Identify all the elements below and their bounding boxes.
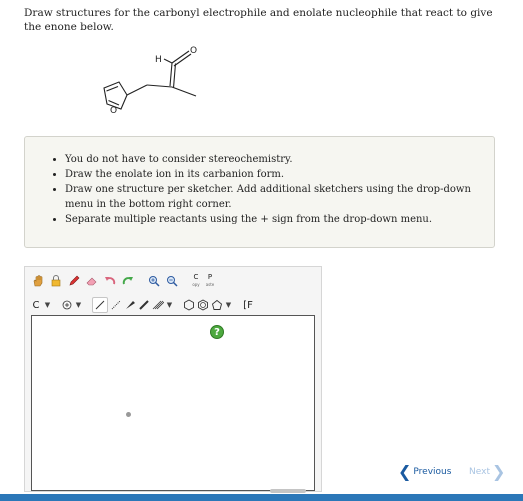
paste-button-top: P (207, 273, 213, 281)
enone-structure: H O O (103, 46, 197, 116)
help-icon[interactable]: ? (210, 325, 224, 339)
bottom-bar (0, 494, 523, 501)
hand-tool-icon[interactable] (30, 273, 46, 289)
eraser-icon[interactable] (84, 273, 100, 289)
single-bond-icon[interactable] (92, 297, 108, 313)
pencil-icon[interactable] (66, 273, 82, 289)
lock-icon[interactable] (48, 273, 64, 289)
copy-button-bottom: opy (192, 282, 200, 287)
previous-label: Previous (413, 467, 452, 477)
instructions-list: You do not have to consider stereochemis… (25, 137, 494, 227)
undo-icon[interactable] (102, 273, 118, 289)
drawing-canvas[interactable] (31, 315, 315, 491)
chevron-down-icon[interactable]: ▼ (225, 301, 232, 309)
furan-o-label: O (110, 106, 117, 116)
instruction-item: Draw the enolate ion in its carbanion fo… (65, 167, 484, 182)
aldehyde-h-label: H (155, 55, 162, 65)
cyclopentane-icon[interactable] (211, 297, 223, 313)
element-selector[interactable]: C (30, 297, 42, 313)
chevron-left-icon: ❮ (398, 462, 412, 481)
instructions-box: You do not have to consider stereochemis… (24, 136, 495, 248)
bold-bond-icon[interactable] (138, 297, 150, 313)
redo-icon[interactable] (120, 273, 136, 289)
chevron-right-icon: ❯ (491, 462, 506, 481)
carbonyl-o-label: O (190, 46, 197, 56)
instruction-item: You do not have to consider stereochemis… (65, 152, 484, 167)
bracket-tool[interactable]: [F (242, 297, 254, 313)
chevron-down-icon[interactable]: ▼ (75, 301, 82, 309)
cyclohexane-icon[interactable] (183, 297, 195, 313)
next-button[interactable]: Next ❯ (469, 463, 505, 481)
previous-button[interactable]: ❮ Previous (398, 463, 451, 481)
zoom-out-icon[interactable] (164, 273, 180, 289)
paste-button[interactable]: Paste (204, 273, 216, 289)
charge-plus-icon[interactable] (61, 297, 73, 313)
copy-button[interactable]: Copy (190, 273, 202, 289)
hashed-bond-icon[interactable] (110, 297, 122, 313)
sketcher-toolbar-bottom: C ▼ ▼ ▼ ▼ [F (30, 296, 254, 314)
canvas-dot (126, 412, 131, 417)
next-label: Next (469, 467, 490, 477)
question-text: Draw structures for the carbonyl electro… (24, 7, 493, 33)
chevron-down-icon[interactable]: ▼ (166, 301, 173, 309)
zoom-in-icon[interactable] (146, 273, 162, 289)
wedge-bond-icon[interactable] (124, 297, 136, 313)
chemistry-sketcher: Copy Paste C ▼ ▼ ▼ ▼ [F (24, 266, 322, 492)
instruction-item: Separate multiple reactants using the + … (65, 212, 484, 227)
sketcher-toolbar-top: Copy Paste (30, 272, 216, 290)
instruction-item: Draw one structure per sketcher. Add add… (65, 182, 484, 212)
chevron-down-icon[interactable]: ▼ (44, 301, 51, 309)
multi-bond-icon[interactable] (152, 297, 164, 313)
benzene-icon[interactable] (197, 297, 209, 313)
paste-button-bottom: aste (205, 282, 215, 287)
scrollbar-thumb[interactable] (270, 489, 306, 493)
copy-button-top: C (193, 273, 199, 281)
